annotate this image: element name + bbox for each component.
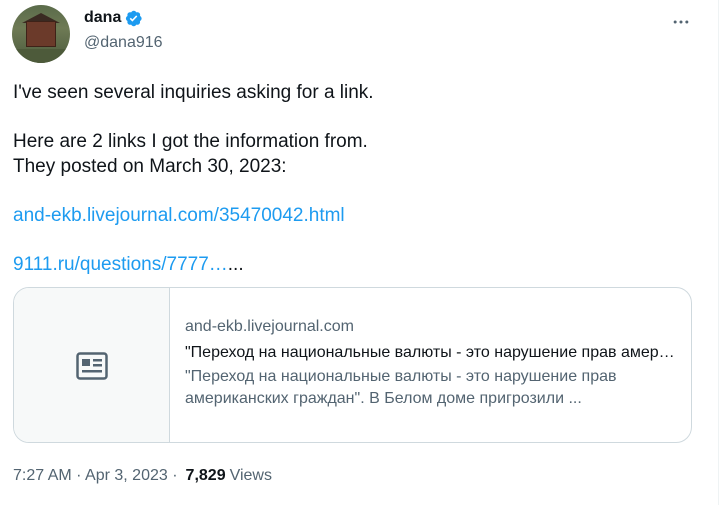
tweet-link-2-suffix: ...	[227, 254, 244, 275]
tweet-line-2: Here are 2 links I got the information f…	[13, 131, 368, 177]
avatar[interactable]	[12, 5, 70, 63]
tweet-link-2[interactable]: 9111.ru/questions/7777…	[13, 254, 228, 275]
card-description: "Переход на национальные валюты - это на…	[185, 368, 617, 407]
link-preview-card[interactable]: and-ekb.livejournal.com "Переход на наци…	[13, 287, 692, 443]
tweet-line-1: I've seen several inquiries asking for a…	[13, 82, 374, 103]
tweet-metadata: 7:27 AM · Apr 3, 2023 · 7,829 Views	[13, 465, 272, 487]
card-title: "Переход на национальные валюты - это на…	[185, 344, 680, 361]
avatar-house	[26, 21, 56, 47]
views-count: 7,829	[185, 467, 226, 484]
tweet: dana @dana916 I've seen several inquirie…	[0, 0, 719, 505]
more-horizontal-icon	[673, 20, 689, 24]
card-thumbnail	[14, 288, 170, 442]
tweet-timestamp[interactable]: 7:27 AM · Apr 3, 2023 ·	[13, 465, 178, 487]
verified-badge-icon	[124, 9, 143, 28]
author-display-name[interactable]: dana	[84, 8, 121, 28]
card-body: and-ekb.livejournal.com "Переход на наци…	[185, 316, 680, 410]
article-icon	[75, 352, 108, 380]
avatar-ground	[12, 49, 70, 63]
author-handle[interactable]: @dana916	[84, 33, 163, 53]
views-label: Views	[229, 467, 272, 484]
more-options-button[interactable]	[664, 5, 698, 39]
tweet-text: I've seen several inquiries asking for a…	[13, 80, 703, 277]
card-domain: and-ekb.livejournal.com	[185, 318, 354, 335]
tweet-link-1[interactable]: and-ekb.livejournal.com/35470042.html	[13, 205, 345, 226]
author-name-row[interactable]: dana	[84, 8, 143, 28]
